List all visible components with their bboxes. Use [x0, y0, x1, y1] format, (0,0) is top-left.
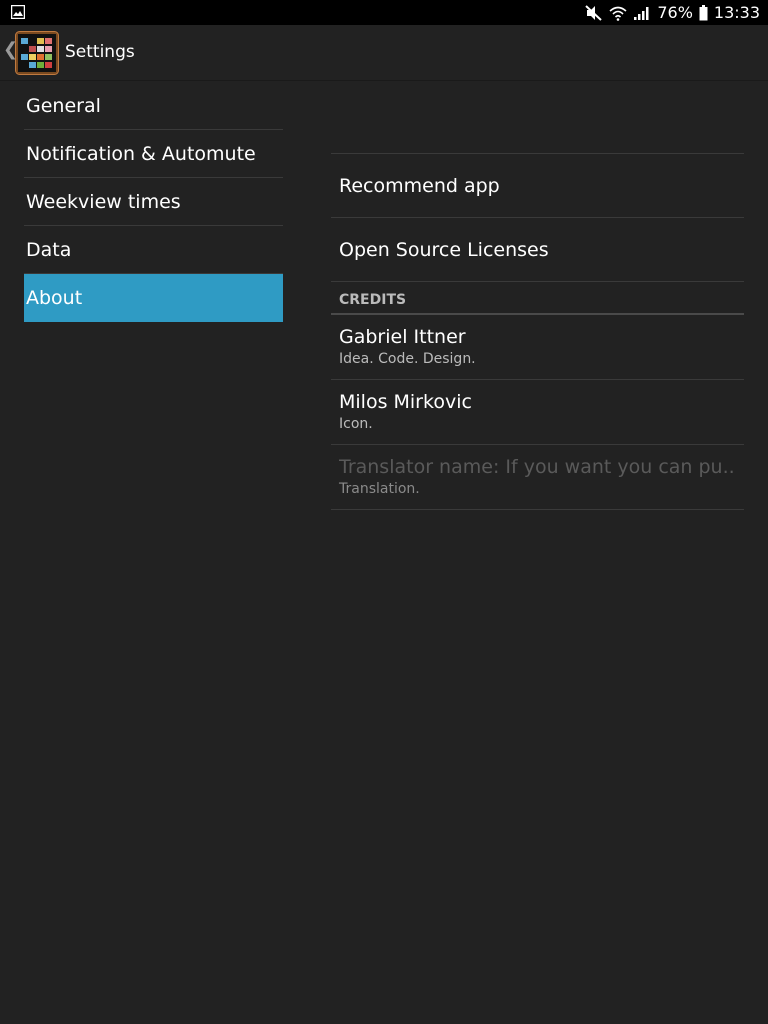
credit-item-gabriel-ittner[interactable]: Gabriel Ittner Idea. Code. Design.	[331, 315, 744, 380]
status-icons: 76% 13:33	[585, 0, 760, 25]
header-item-notification-automute[interactable]: Notification & Automute	[24, 130, 283, 178]
header-item-data[interactable]: Data	[24, 226, 283, 274]
category-label: CREDITS	[339, 292, 407, 308]
settings-headers: General Notification & Automute Weekview…	[24, 82, 283, 322]
pref-summary: Icon.	[339, 416, 373, 432]
pref-summary: Translation.	[339, 481, 420, 497]
image-notification-icon	[11, 5, 25, 19]
pref-title: Translator name: If you want you can pu.…	[339, 456, 735, 478]
header-item-label: Weekview times	[26, 190, 181, 213]
action-bar: ❮ Settings	[0, 25, 768, 81]
pref-title: Gabriel Ittner	[339, 326, 466, 348]
battery-icon	[699, 4, 708, 20]
pref-summary: Idea. Code. Design.	[339, 351, 476, 367]
pref-title: Milos Mirkovic	[339, 391, 472, 413]
mute-icon	[585, 4, 603, 21]
action-bar-title: Settings	[65, 42, 135, 62]
credit-item-milos-mirkovic[interactable]: Milos Mirkovic Icon.	[331, 380, 744, 445]
wifi-icon	[609, 6, 627, 21]
credit-item-translator: Translator name: If you want you can pu.…	[331, 445, 744, 510]
signal-icon	[634, 6, 649, 20]
header-item-label: General	[26, 94, 101, 117]
about-preferences: Recommend app Open Source Licenses CREDI…	[331, 153, 744, 510]
pref-title: Recommend app	[339, 174, 500, 197]
pref-title: Open Source Licenses	[339, 238, 549, 261]
status-bar: 76% 13:33	[0, 0, 768, 25]
header-item-label: Data	[26, 238, 72, 261]
status-time: 13:33	[713, 3, 760, 22]
recommend-app-item[interactable]: Recommend app	[331, 154, 744, 218]
header-item-about[interactable]: About	[24, 274, 283, 322]
credits-category-header: CREDITS	[331, 282, 744, 315]
app-icon[interactable]	[15, 31, 59, 75]
header-item-label: About	[26, 287, 83, 309]
battery-percent: 76%	[657, 3, 693, 22]
header-item-weekview-times[interactable]: Weekview times	[24, 178, 283, 226]
open-source-licenses-item[interactable]: Open Source Licenses	[331, 218, 744, 282]
header-item-label: Notification & Automute	[26, 142, 256, 165]
header-item-general[interactable]: General	[24, 82, 283, 130]
